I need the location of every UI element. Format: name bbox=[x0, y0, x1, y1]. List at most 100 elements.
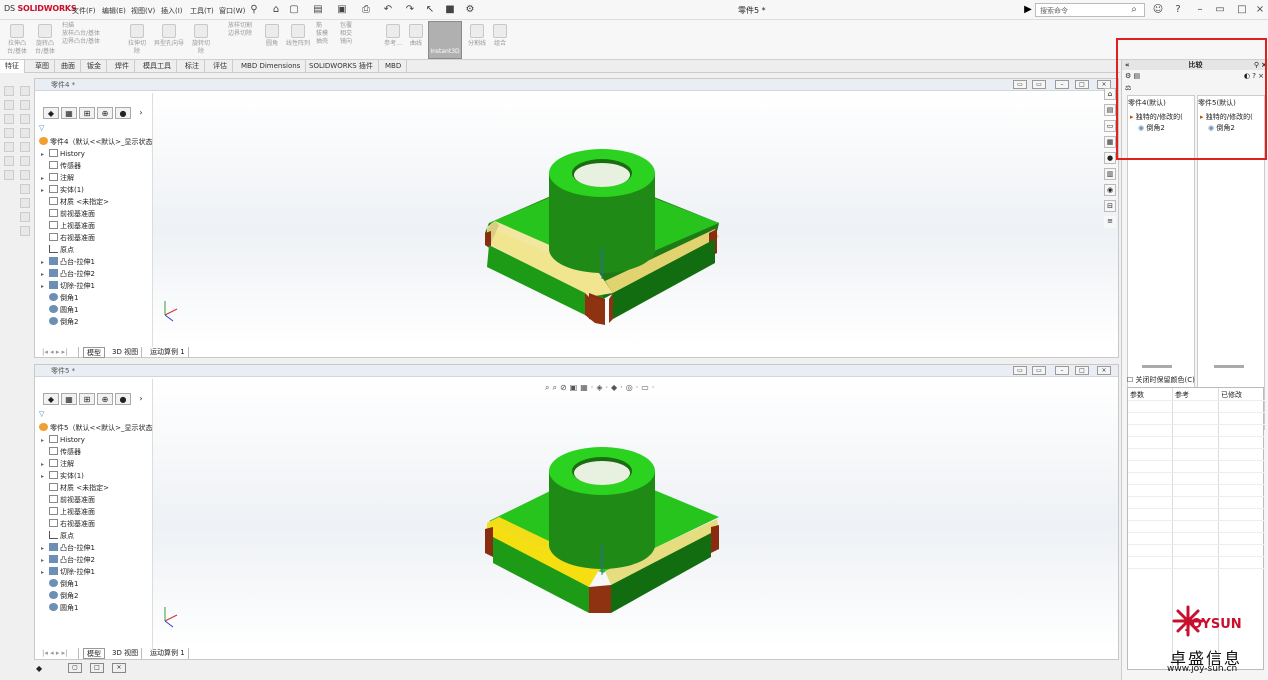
compare-icon[interactable]: ⊟ bbox=[1104, 200, 1116, 212]
rib-label[interactable]: 筋 bbox=[316, 22, 336, 30]
more-tabs-icon[interactable]: › bbox=[133, 107, 149, 119]
close-icon[interactable]: × bbox=[112, 663, 126, 673]
more-icon[interactable]: ≡ bbox=[1104, 216, 1116, 228]
tree-item-solid-bodies[interactable]: ▸ 实体(1) bbox=[41, 471, 84, 482]
wrap-label[interactable]: 包覆 bbox=[340, 22, 380, 30]
tool-icon[interactable] bbox=[4, 114, 14, 124]
combine-button[interactable]: 组合 bbox=[490, 22, 510, 58]
revolve-cut-button[interactable]: 旋转切除 bbox=[190, 22, 212, 58]
tree-item-chamfer2[interactable]: 倒角2 bbox=[41, 317, 78, 328]
minimize-icon[interactable]: – bbox=[1194, 4, 1206, 16]
dimxpert-tab-icon[interactable]: ⊕ bbox=[97, 393, 113, 405]
part4-model[interactable] bbox=[153, 93, 1118, 345]
tree-root[interactable]: 零件4（默认<<默认>_显示状态 bbox=[39, 137, 153, 148]
appearances-icon[interactable]: ● bbox=[1104, 152, 1116, 164]
tool-icon[interactable] bbox=[4, 142, 14, 152]
tool-icon[interactable] bbox=[20, 156, 30, 166]
resources-icon[interactable]: ⌂ bbox=[1104, 88, 1116, 100]
keep-colors-checkbox[interactable]: ☐ 关闭时保留颜色(C) bbox=[1127, 375, 1195, 385]
tree-item-right-plane[interactable]: 右视基准面 bbox=[41, 519, 95, 530]
tree-item-cut-extrude1[interactable]: ▸ 切除-拉伸1 bbox=[41, 281, 95, 292]
tree-item-chamfer2[interactable]: 倒角2 bbox=[41, 591, 78, 602]
tree-item-boss-extrude2[interactable]: ▸ 凸台-拉伸2 bbox=[41, 555, 95, 566]
tool-icon[interactable] bbox=[20, 212, 30, 222]
tree-item-origin[interactable]: 原点 bbox=[41, 245, 74, 256]
tool-icon[interactable] bbox=[20, 184, 30, 194]
tree-item-boss-extrude2[interactable]: ▸ 凸台-拉伸2 bbox=[41, 269, 95, 280]
restore-icon[interactable]: ▭ bbox=[1214, 4, 1226, 16]
tree-item-boss-extrude1[interactable]: ▸ 凸台-拉伸1 bbox=[41, 257, 95, 268]
tree-item-solid-bodies[interactable]: ▸ 实体(1) bbox=[41, 185, 84, 196]
menu-view[interactable]: 视图(V) bbox=[131, 6, 155, 16]
configuration-manager-tab-icon[interactable]: ⊞ bbox=[79, 393, 95, 405]
dimxpert-tab-icon[interactable]: ⊕ bbox=[97, 107, 113, 119]
mirror-label[interactable]: 镜向 bbox=[340, 38, 380, 46]
new-icon[interactable]: ▢ bbox=[288, 4, 300, 16]
tab-sheet-metal[interactable]: 钣金 bbox=[82, 60, 107, 73]
sweep-button[interactable]: 扫描 放样凸台/基体 边界凸台/基体 bbox=[62, 22, 122, 58]
window-minimize-button[interactable]: – bbox=[1055, 80, 1069, 89]
search-icon[interactable]: ⌕ bbox=[1128, 4, 1140, 16]
pin-icon[interactable]: ⚲ bbox=[248, 4, 260, 16]
tree-item-front-plane[interactable]: 前视基准面 bbox=[41, 209, 95, 220]
tree-item-boss-extrude1[interactable]: ▸ 凸台-拉伸1 bbox=[41, 543, 95, 554]
menu-window[interactable]: 窗口(W) bbox=[219, 6, 245, 16]
heads-up-view-toolbar[interactable]: ⌕⌕⊘▣▦·◈·◆·◎·▭· bbox=[545, 383, 657, 393]
tree-item-annotations[interactable]: ▸ 注解 bbox=[41, 459, 74, 470]
split-line-button[interactable]: 分割线 bbox=[466, 22, 488, 58]
display-manager-tab-icon[interactable]: ● bbox=[115, 393, 131, 405]
tab-model[interactable]: 模型 bbox=[83, 347, 105, 358]
display-manager-tab-icon[interactable]: ● bbox=[115, 107, 131, 119]
user-icon[interactable]: ☺ bbox=[1152, 4, 1164, 16]
solidworks-logo[interactable]: DS SOLIDWORKS bbox=[4, 4, 77, 13]
tool-icon[interactable] bbox=[20, 142, 30, 152]
save-icon[interactable]: ▣ bbox=[336, 4, 348, 16]
tab-mbd-dimensions[interactable]: MBD Dimensions bbox=[236, 60, 307, 73]
tool-icon[interactable] bbox=[4, 156, 14, 166]
tree-item-chamfer1[interactable]: 倒角1 bbox=[41, 293, 78, 304]
tree-item-fillet1[interactable]: 圆角1 bbox=[41, 603, 78, 614]
curves-button[interactable]: 曲线 bbox=[406, 22, 426, 58]
tab-model[interactable]: 模型 bbox=[83, 648, 105, 659]
solidworks-forum-icon[interactable]: ◉ bbox=[1104, 184, 1116, 196]
maximize-icon[interactable]: □ bbox=[90, 663, 104, 673]
open-icon[interactable]: ▤ bbox=[312, 4, 324, 16]
tool-icon[interactable] bbox=[20, 100, 30, 110]
loft-cut-group[interactable]: 放样切割 边界切除 bbox=[228, 22, 258, 58]
tab-evaluate[interactable]: 评估 bbox=[208, 60, 233, 73]
boundary-cut-label[interactable]: 边界切除 bbox=[228, 30, 258, 38]
redo-icon[interactable]: ↷ bbox=[404, 4, 416, 16]
tool-icon[interactable] bbox=[4, 100, 14, 110]
tree-item-history[interactable]: ▸ History bbox=[41, 149, 85, 160]
graphics-area[interactable] bbox=[153, 93, 1118, 345]
shell-label[interactable]: 抽壳 bbox=[316, 38, 336, 46]
tree-item-origin[interactable]: 原点 bbox=[41, 531, 74, 542]
tree-item-top-plane[interactable]: 上视基准面 bbox=[41, 507, 95, 518]
tree-item-chamfer1[interactable]: 倒角1 bbox=[41, 579, 78, 590]
tab-weldments[interactable]: 焊件 bbox=[110, 60, 135, 73]
filter-icon[interactable]: ▽ bbox=[39, 123, 44, 134]
home-icon[interactable]: ⌂ bbox=[270, 4, 282, 16]
tree-item-history[interactable]: ▸ History bbox=[41, 435, 85, 446]
property-manager-tab-icon[interactable]: ▦ bbox=[61, 393, 77, 405]
custom-properties-icon[interactable]: ▥ bbox=[1104, 168, 1116, 180]
loft-label[interactable]: 放样凸台/基体 bbox=[62, 30, 122, 38]
boundary-label[interactable]: 边界凸台/基体 bbox=[62, 38, 122, 46]
instant3d-button[interactable]: Instant3D bbox=[428, 21, 462, 59]
tab-solidworks-addins[interactable]: SOLIDWORKS 插件 bbox=[304, 60, 379, 73]
tree-item-annotations[interactable]: ▸ 注解 bbox=[41, 173, 74, 184]
draft-label[interactable]: 拔模 bbox=[316, 30, 336, 38]
undo-icon[interactable]: ↶ bbox=[382, 4, 394, 16]
menu-file[interactable]: 文件(F) bbox=[72, 6, 96, 16]
print-icon[interactable]: ⎙ bbox=[360, 4, 372, 16]
tab-markup[interactable]: 标注 bbox=[180, 60, 205, 73]
tool-icon[interactable] bbox=[20, 114, 30, 124]
tab-scroll-arrows[interactable]: |◂ ◂ ▸ ▸| bbox=[39, 648, 79, 659]
window-maximize-button[interactable]: □ bbox=[1075, 366, 1089, 375]
graphics-area[interactable]: ⌕⌕⊘▣▦·◈·◆·◎·▭· bbox=[153, 379, 1118, 647]
part5-model[interactable] bbox=[153, 379, 1118, 647]
tree-item-sensors[interactable]: 传感器 bbox=[41, 447, 81, 458]
menu-edit[interactable]: 编辑(E) bbox=[102, 6, 126, 16]
tool-icon[interactable] bbox=[20, 198, 30, 208]
select-icon[interactable]: ↖ bbox=[424, 4, 436, 16]
